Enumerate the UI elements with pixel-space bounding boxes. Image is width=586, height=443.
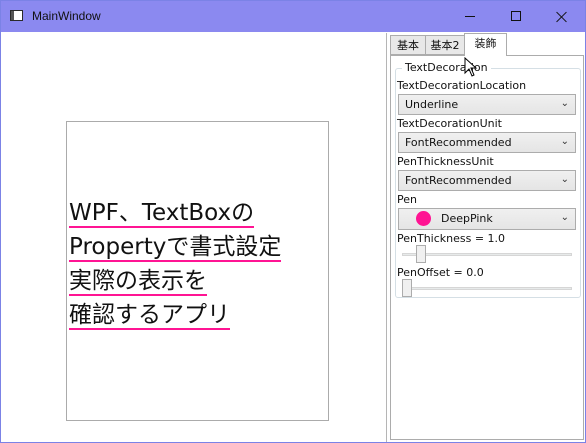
- chevron-down-icon: ⌄: [560, 136, 569, 147]
- tab-basic[interactable]: 基本: [390, 35, 426, 55]
- close-button[interactable]: [539, 1, 585, 32]
- minimize-button[interactable]: [447, 1, 493, 32]
- main-window: MainWindow WPF、TextBoxの Propertyで書式設定 実際…: [0, 0, 586, 443]
- preview-line: Propertyで書式設定: [69, 234, 282, 262]
- offset-slider[interactable]: [402, 279, 572, 299]
- tab-basic2[interactable]: 基本2: [425, 35, 465, 55]
- thickness-label: PenThickness = 1.0: [397, 232, 506, 245]
- slider-track: [402, 287, 572, 290]
- pen-combobox[interactable]: DeepPink ⌄: [398, 208, 576, 230]
- preview-text: WPF、TextBoxの Propertyで書式設定 実際の表示を 確認するアプ…: [69, 196, 327, 332]
- pen-value: DeepPink: [441, 212, 493, 225]
- window-title: MainWindow: [32, 9, 101, 23]
- color-swatch: [416, 211, 431, 226]
- app-icon: [10, 10, 23, 21]
- offset-label: PenOffset = 0.0: [397, 266, 484, 279]
- text-decoration-group: TextDecoration TextDecorationLocation Un…: [395, 61, 581, 299]
- chevron-down-icon: ⌄: [560, 212, 569, 223]
- pen-unit-combobox[interactable]: FontRecommended ⌄: [398, 170, 576, 191]
- slider-thumb[interactable]: [402, 279, 412, 297]
- preview-textbox[interactable]: WPF、TextBoxの Propertyで書式設定 実際の表示を 確認するアプ…: [66, 121, 329, 421]
- chevron-down-icon: ⌄: [560, 174, 569, 185]
- maximize-button[interactable]: [493, 1, 539, 32]
- slider-track: [402, 253, 572, 256]
- maximize-icon: [511, 11, 521, 21]
- pen-unit-value: FontRecommended: [405, 174, 512, 187]
- preview-line: 実際の表示を: [69, 268, 207, 296]
- pen-label: Pen: [397, 193, 417, 206]
- preview-line: 確認するアプリ: [69, 302, 230, 330]
- thickness-slider[interactable]: [402, 245, 572, 265]
- close-icon: [556, 11, 568, 23]
- title-bar[interactable]: MainWindow: [1, 1, 585, 32]
- location-value: Underline: [405, 98, 459, 111]
- slider-thumb[interactable]: [416, 245, 426, 263]
- mouse-cursor-icon: [464, 57, 478, 77]
- minimize-icon: [465, 16, 475, 17]
- unit-combobox[interactable]: FontRecommended ⌄: [398, 132, 576, 153]
- unit-value: FontRecommended: [405, 136, 512, 149]
- location-label: TextDecorationLocation: [397, 79, 527, 92]
- location-combobox[interactable]: Underline ⌄: [398, 94, 576, 115]
- settings-panel: 基本 基本2 装飾 TextDecoration TextDecorationL…: [386, 33, 586, 442]
- pen-unit-label: PenThicknessUnit: [397, 155, 494, 168]
- tab-decoration[interactable]: 装飾: [464, 33, 507, 56]
- preview-line: WPF、TextBoxの: [69, 200, 255, 228]
- unit-label: TextDecorationUnit: [397, 117, 502, 130]
- tab-content: TextDecoration TextDecorationLocation Un…: [390, 55, 584, 440]
- chevron-down-icon: ⌄: [560, 98, 569, 109]
